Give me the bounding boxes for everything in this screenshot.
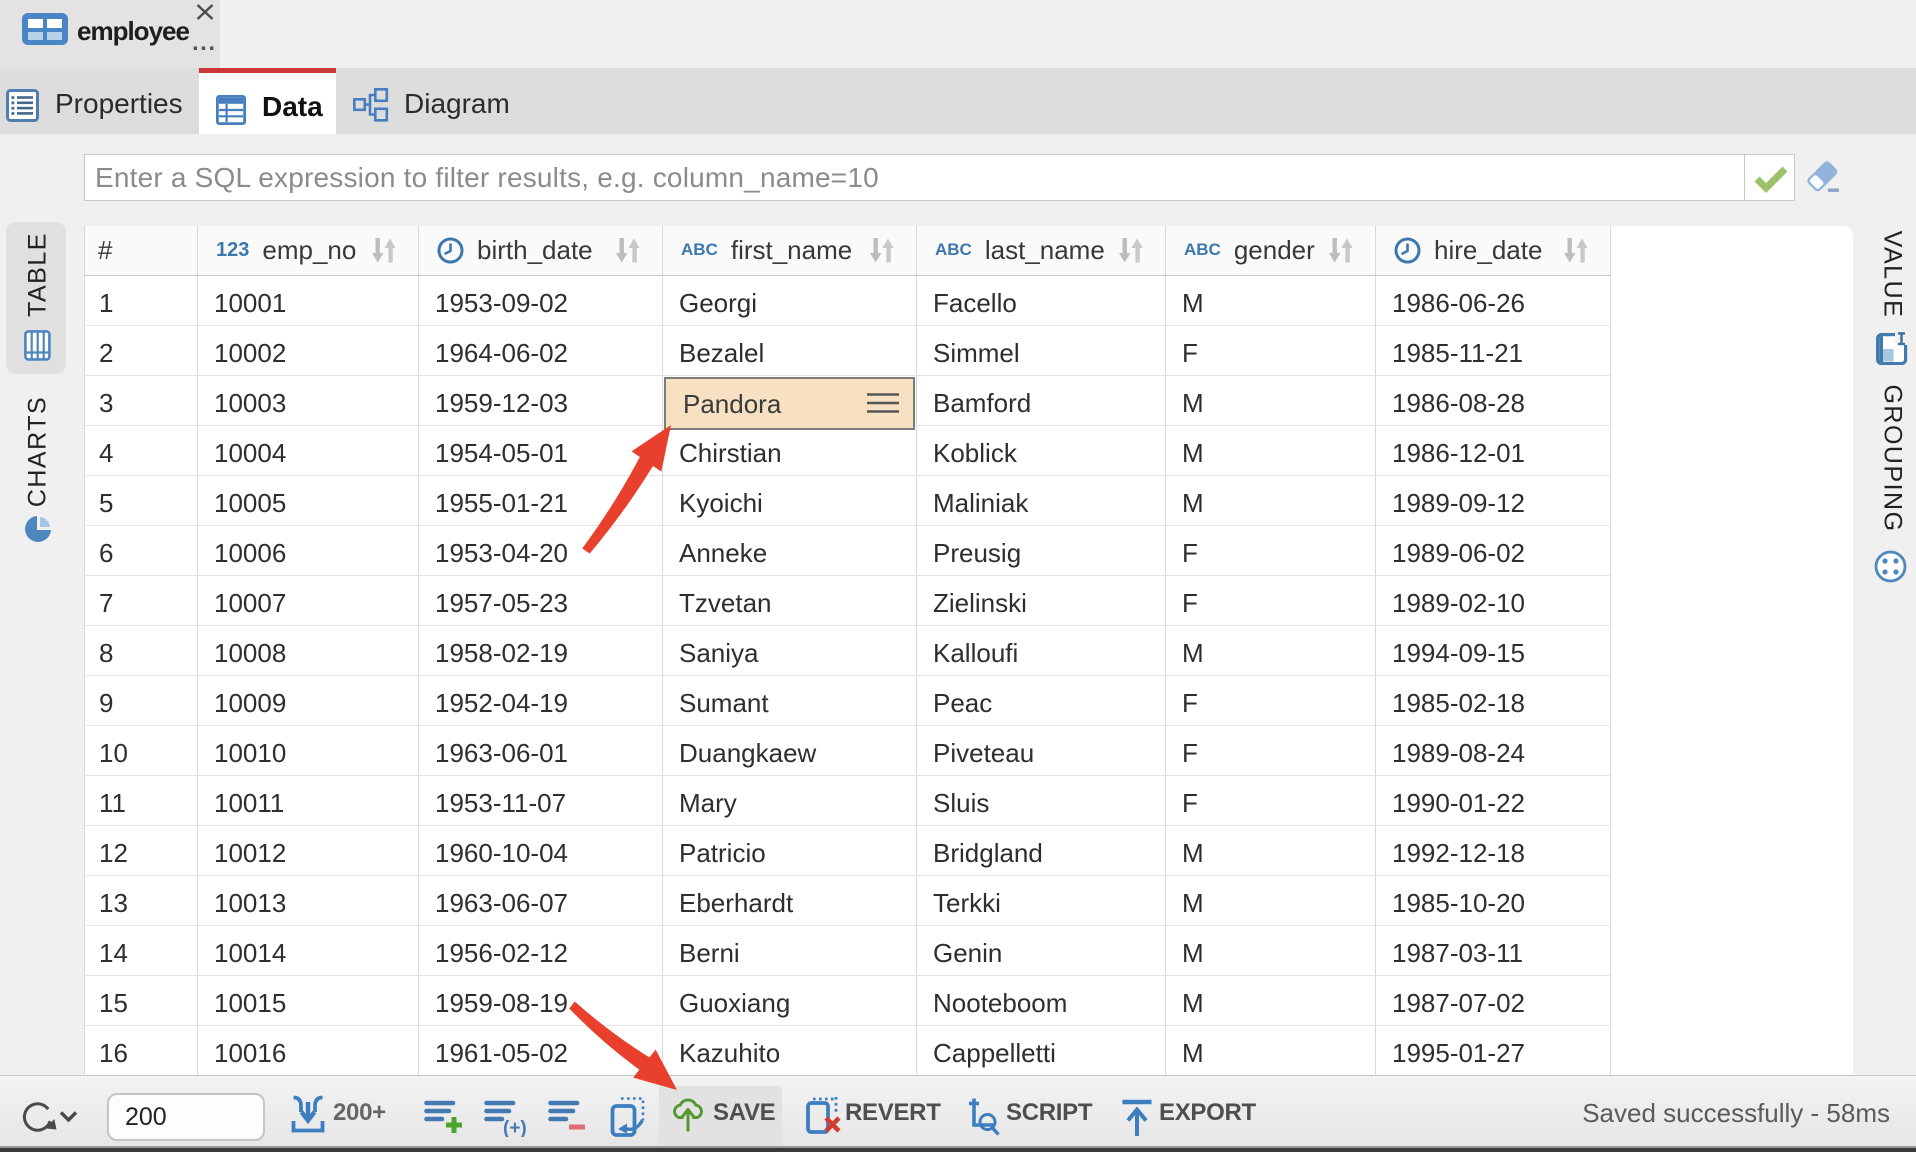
svg-text:(+): (+) — [503, 1118, 527, 1137]
